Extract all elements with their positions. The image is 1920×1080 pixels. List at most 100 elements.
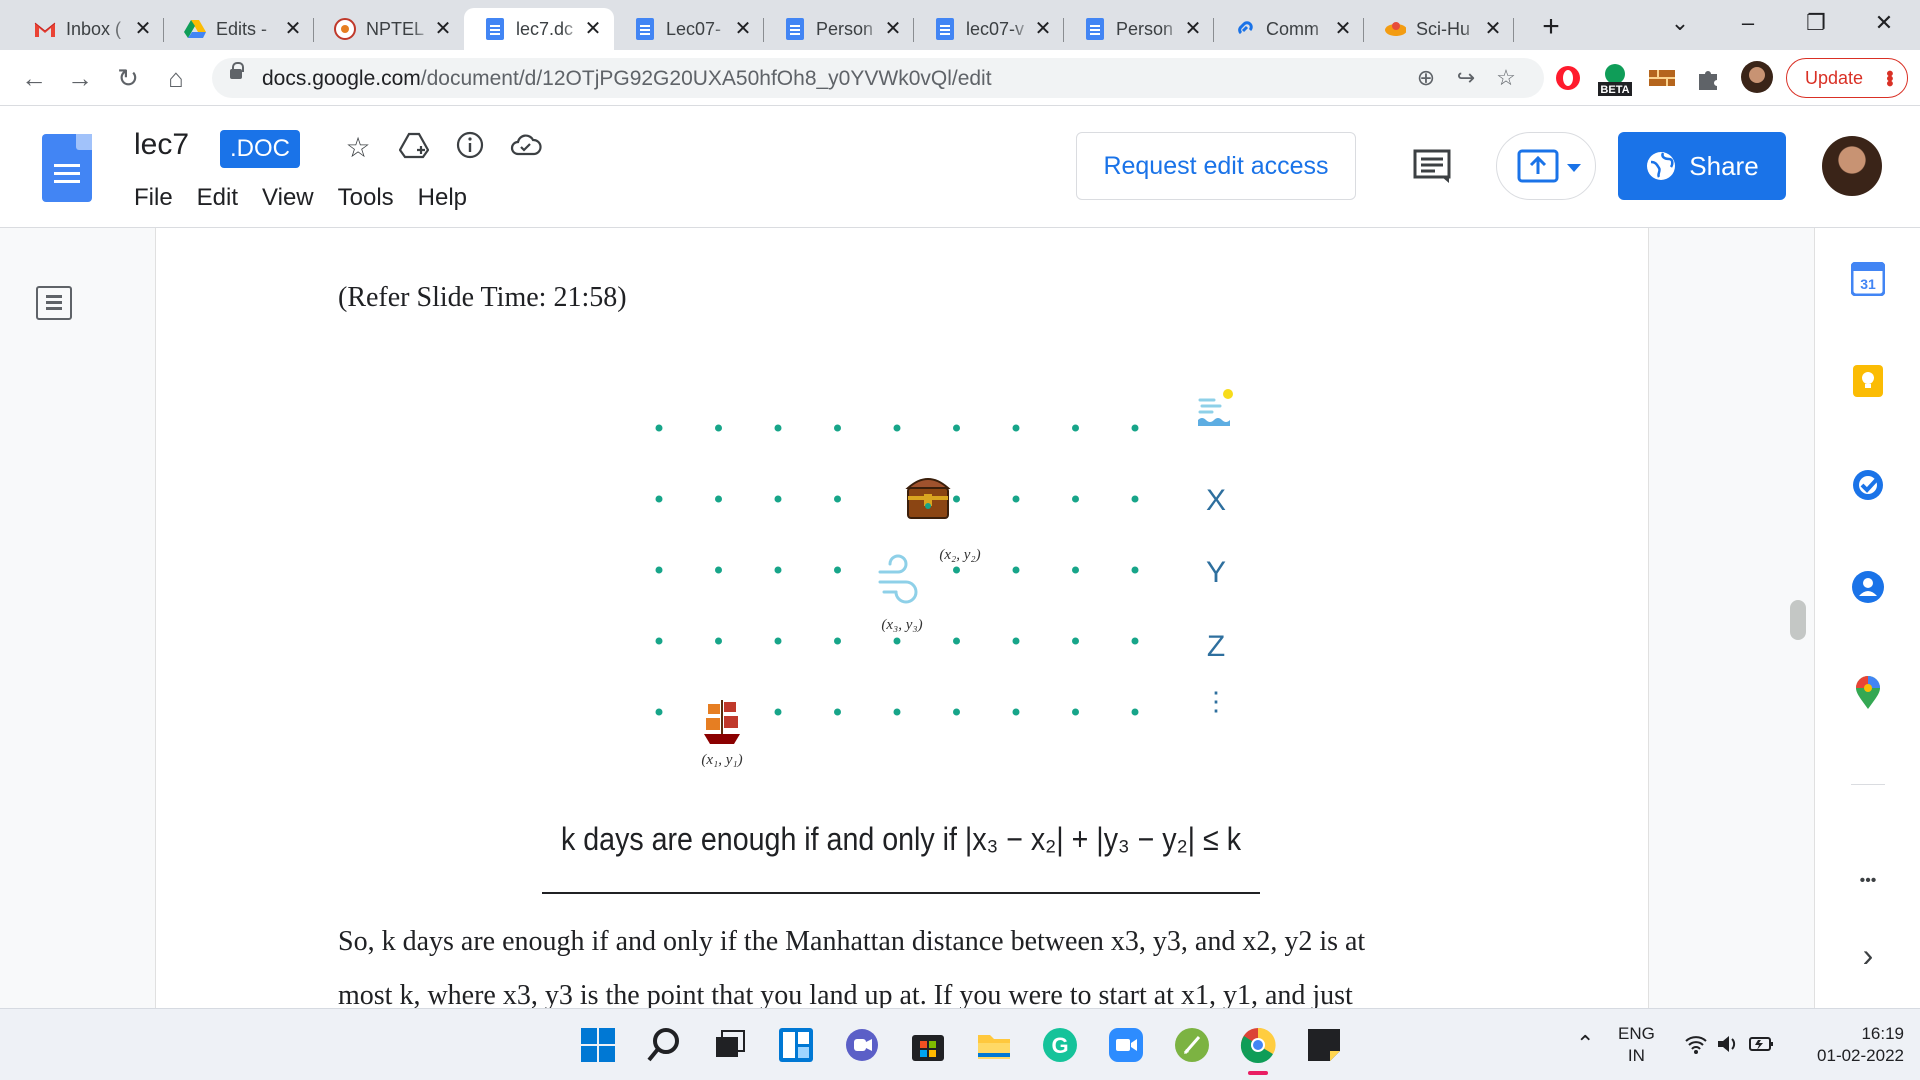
tab-close-icon[interactable]: ✕ — [1482, 18, 1504, 40]
expand-panel-icon[interactable]: › — [1851, 937, 1885, 973]
microsoft-store-icon[interactable] — [910, 1027, 946, 1063]
star-icon[interactable]: ☆ — [340, 130, 376, 166]
browser-tab[interactable]: Edits - ✕ — [164, 8, 314, 50]
cloud-saved-icon[interactable] — [508, 130, 544, 166]
gmail-icon — [34, 18, 56, 40]
tab-close-icon[interactable]: ✕ — [582, 18, 604, 40]
back-icon[interactable]: ← — [16, 60, 52, 96]
battery-icon[interactable] — [1748, 1033, 1776, 1060]
teams-chat-icon[interactable] — [844, 1027, 880, 1063]
share-button[interactable]: Share — [1618, 132, 1786, 200]
chrome-icon[interactable] — [1240, 1027, 1276, 1063]
move-to-drive-icon[interactable] — [396, 130, 432, 166]
lock-icon[interactable] — [230, 62, 244, 79]
forward-icon[interactable]: → — [62, 60, 98, 96]
close-window-icon[interactable]: ✕ — [1864, 6, 1904, 40]
tab-close-icon[interactable]: ✕ — [132, 18, 154, 40]
bookmark-star-icon[interactable]: ☆ — [1492, 64, 1520, 92]
grid-dot — [953, 566, 960, 574]
minimize-icon[interactable]: – — [1728, 6, 1768, 40]
menu-tools[interactable]: Tools — [326, 182, 406, 214]
system-clock[interactable]: 16:19 01-02-2022 — [1792, 1023, 1904, 1067]
browser-tab[interactable]: lec7.dc ✕ — [464, 8, 614, 50]
google-docs-logo[interactable] — [42, 134, 92, 202]
more-addons-icon[interactable]: ••• — [1851, 864, 1885, 898]
grid-dot — [893, 637, 901, 645]
comments-icon[interactable] — [1412, 148, 1454, 184]
search-icon[interactable] — [646, 1027, 682, 1063]
browser-tab[interactable]: Sci-Hu ✕ — [1364, 8, 1514, 50]
paragraph-line-1: So, k days are enough if and only if the… — [338, 926, 1366, 957]
maps-icon[interactable] — [1851, 676, 1885, 710]
tab-search-icon[interactable]: ⌄ — [1660, 6, 1700, 40]
zoom-icon[interactable]: ⊕ — [1412, 64, 1440, 92]
browser-tab[interactable]: Lec07- ✕ — [614, 8, 764, 50]
contacts-icon[interactable] — [1851, 570, 1885, 604]
volume-icon[interactable] — [1716, 1033, 1740, 1060]
windows-start-icon[interactable] — [580, 1027, 616, 1063]
menu-kebab-icon[interactable]: ••• — [1877, 70, 1900, 85]
sticky-notes-icon[interactable] — [1306, 1027, 1342, 1063]
browser-tab[interactable]: Inbox ( ✕ — [14, 8, 164, 50]
vertical-scrollbar-thumb[interactable] — [1790, 600, 1806, 640]
grid-dot — [1012, 566, 1020, 574]
tasks-icon[interactable] — [1851, 468, 1885, 502]
home-icon[interactable]: ⌂ — [158, 60, 194, 96]
present-button[interactable] — [1496, 132, 1596, 200]
wifi-icon[interactable] — [1684, 1033, 1708, 1060]
browser-tab[interactable]: Person ✕ — [1064, 8, 1214, 50]
tab-title: Inbox ( — [66, 18, 122, 39]
treasure-chest-icon — [905, 478, 951, 519]
menu-bar: File Edit View Tools Help — [122, 182, 479, 214]
opera-extension-icon[interactable] — [1554, 64, 1582, 92]
document-title[interactable]: lec7 — [134, 128, 189, 162]
tab-close-icon[interactable]: ✕ — [882, 18, 904, 40]
keep-icon[interactable] — [1851, 364, 1885, 398]
menu-view[interactable]: View — [250, 182, 326, 214]
writing-app-icon[interactable] — [1174, 1027, 1210, 1063]
drive-icon — [184, 18, 206, 40]
grammarly-icon[interactable]: G — [1042, 1027, 1078, 1063]
extensions-puzzle-icon[interactable] — [1694, 64, 1722, 92]
new-tab-button[interactable]: + — [1536, 10, 1566, 44]
tray-chevron-icon[interactable]: ⌃ — [1576, 1031, 1594, 1057]
brick-extension-icon[interactable] — [1648, 64, 1676, 92]
grid-dot — [953, 495, 960, 503]
legend-z: Z — [1207, 630, 1225, 663]
tab-close-icon[interactable]: ✕ — [732, 18, 754, 40]
document-page[interactable]: (Refer Slide Time: 21:58) (x₂, y₂) (x₃, … — [156, 228, 1648, 1008]
profile-avatar-small[interactable] — [1740, 60, 1774, 93]
widgets-icon[interactable] — [778, 1027, 814, 1063]
grid-dot — [1072, 495, 1079, 503]
menu-help[interactable]: Help — [406, 182, 479, 214]
zoom-meetings-icon[interactable] — [1108, 1027, 1144, 1063]
document-info-icon[interactable] — [452, 130, 488, 166]
browser-tab[interactable]: Person ✕ — [764, 8, 914, 50]
browser-tab[interactable]: lec07-v ✕ — [914, 8, 1064, 50]
restore-icon[interactable]: ❐ — [1796, 6, 1836, 40]
share-page-icon[interactable]: ↪ — [1452, 64, 1480, 92]
document-outline-icon[interactable] — [36, 286, 72, 320]
task-view-icon[interactable] — [712, 1027, 748, 1063]
reload-icon[interactable]: ↻ — [110, 60, 146, 96]
address-bar[interactable]: docs.google.com/document/d/12OTjPG92G20U… — [212, 58, 1544, 98]
beta-extension-icon[interactable]: BETA — [1596, 60, 1634, 96]
menu-edit[interactable]: Edit — [185, 182, 250, 214]
request-edit-access-button[interactable]: Request edit access — [1076, 132, 1356, 200]
grid-dot — [774, 708, 782, 716]
calendar-icon[interactable]: 31 — [1851, 262, 1885, 296]
tab-close-icon[interactable]: ✕ — [1332, 18, 1354, 40]
tab-close-icon[interactable]: ✕ — [1182, 18, 1204, 40]
grid-dot — [953, 708, 960, 716]
menu-file[interactable]: File — [122, 182, 185, 214]
tab-close-icon[interactable]: ✕ — [432, 18, 454, 40]
grid-dot — [715, 637, 722, 645]
update-button[interactable]: Update ••• — [1786, 58, 1908, 98]
file-explorer-icon[interactable] — [976, 1027, 1012, 1063]
browser-tab[interactable]: NPTEL ✕ — [314, 8, 464, 50]
account-avatar[interactable] — [1822, 136, 1882, 196]
browser-tab[interactable]: Comm ✕ — [1214, 8, 1364, 50]
tab-close-icon[interactable]: ✕ — [1032, 18, 1054, 40]
language-indicator[interactable]: ENG IN — [1618, 1023, 1655, 1067]
tab-close-icon[interactable]: ✕ — [282, 18, 304, 40]
